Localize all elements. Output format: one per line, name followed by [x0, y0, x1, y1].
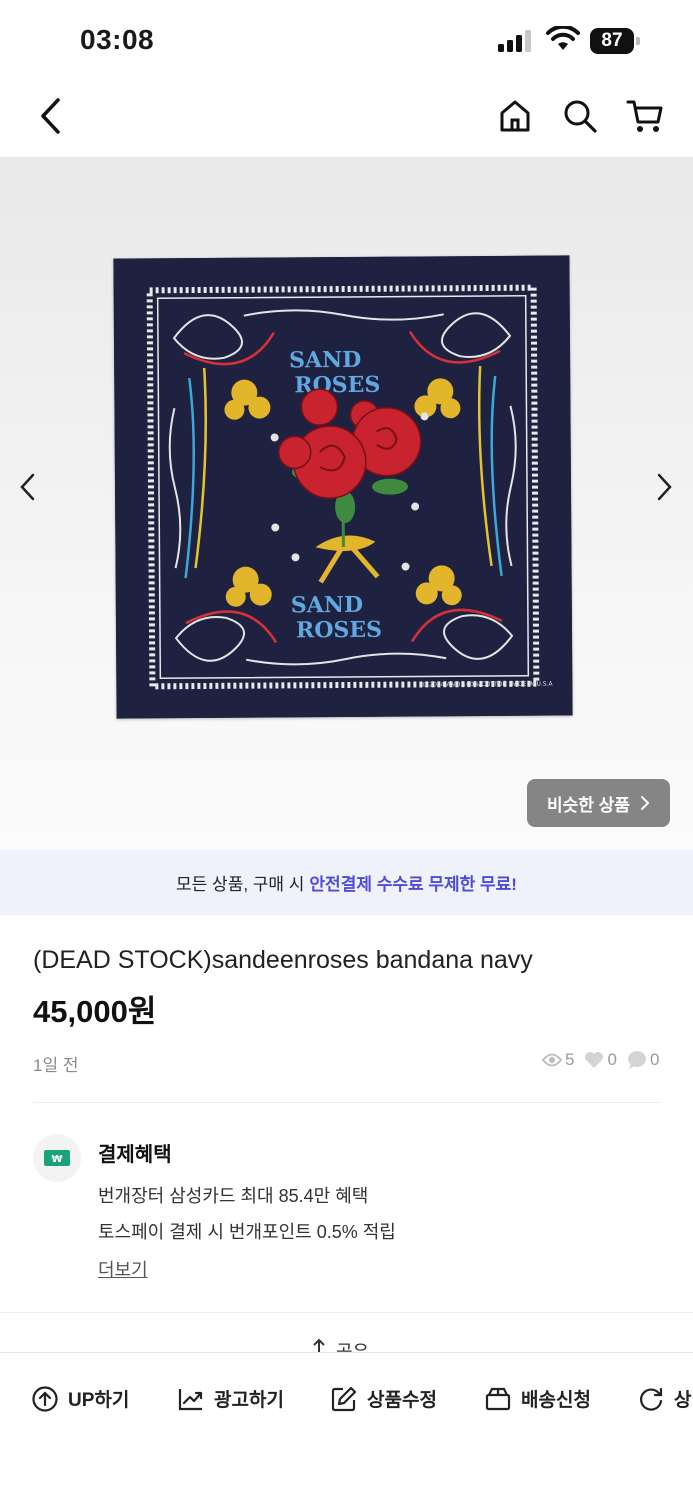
product-price: 45,000원 [33, 994, 157, 1029]
benefit-more-link[interactable]: 더보기 [98, 1256, 148, 1282]
benefit-line: 토스페이 결제 시 번개포인트 0.5% 적립 [98, 1222, 396, 1242]
svg-text:SAND: SAND [291, 592, 363, 619]
svg-text:₩: ₩ [51, 1154, 62, 1165]
promo-highlight: 안전결제 수수료 무제한 무료! [309, 875, 517, 894]
promo-banner[interactable]: 모든 상품, 구매 시 안전결제 수수료 무제한 무료! [0, 850, 693, 915]
refresh-label: 상 [674, 1390, 692, 1411]
gallery-prev-icon[interactable] [12, 467, 42, 507]
box-icon [485, 1387, 511, 1410]
product-image-gallery[interactable]: SAND ROSES SAND ROSES © 2014 ANTI 100% C… [0, 157, 693, 850]
similar-products-button[interactable]: 비슷한 상품 [527, 779, 670, 827]
top-nav [0, 80, 693, 157]
product-title: (DEAD STOCK)sandeenroses bandana navy [33, 946, 533, 974]
cart-icon[interactable] [625, 96, 665, 136]
chart-icon [178, 1388, 203, 1410]
advertise-button[interactable]: 광고하기 [178, 1385, 284, 1412]
shipping-request-label: 배송신청 [521, 1390, 591, 1411]
divider [0, 1312, 693, 1313]
similar-products-label: 비슷한 상품 [547, 795, 630, 815]
wifi-icon [546, 26, 580, 50]
posted-time: 1일 전 [33, 1056, 79, 1075]
product-stats: 5 0 0 [536, 1050, 659, 1070]
shipping-request-button[interactable]: 배송신청 [485, 1385, 591, 1412]
up-icon [32, 1385, 58, 1412]
search-icon[interactable] [560, 96, 600, 136]
home-icon[interactable] [495, 96, 535, 136]
advertise-label: 광고하기 [214, 1390, 284, 1411]
up-label: UP하기 [68, 1390, 130, 1411]
battery-level: 87 [590, 28, 634, 54]
bottom-action-bar: UP하기 광고하기 상품수정 배송신청 상 [0, 1352, 693, 1500]
promo-text: 모든 상품, 구매 시 [176, 875, 305, 894]
divider [33, 1102, 660, 1103]
benefit-line: 번개장터 삼성카드 최대 85.4만 혜택 [98, 1186, 369, 1206]
heart-icon [585, 1052, 604, 1068]
chevron-right-icon [640, 796, 650, 810]
signal-icon [498, 30, 531, 52]
edit-icon [331, 1386, 357, 1411]
svg-text:ROSES: ROSES [296, 617, 382, 644]
status-time: 03:08 [80, 24, 155, 55]
battery-icon: 87 [590, 28, 640, 54]
refresh-icon [640, 1387, 663, 1411]
edit-product-button[interactable]: 상품수정 [331, 1385, 437, 1412]
svg-text:SAND: SAND [289, 347, 361, 374]
chat-icon [627, 1051, 646, 1069]
like-count: 0 [607, 1050, 617, 1069]
edit-product-label: 상품수정 [367, 1390, 437, 1411]
up-button[interactable]: UP하기 [32, 1385, 129, 1412]
status-bar: 03:08 87 [0, 0, 693, 80]
payment-benefit-icon: ₩ [33, 1134, 81, 1182]
chat-count: 0 [649, 1050, 660, 1069]
view-count: 5 [565, 1050, 575, 1069]
benefit-title: 결제혜택 [98, 1144, 172, 1166]
product-image: SAND ROSES SAND ROSES © 2014 ANTI 100% C… [113, 255, 573, 719]
refresh-button[interactable]: 상 [638, 1385, 691, 1412]
back-icon[interactable] [30, 96, 70, 136]
svg-text:© 2014 ANTI 100% COTTON MADE I: © 2014 ANTI 100% COTTON MADE IN U.S.A [421, 681, 553, 689]
eye-icon [542, 1053, 562, 1067]
gallery-next-icon[interactable] [650, 467, 680, 507]
